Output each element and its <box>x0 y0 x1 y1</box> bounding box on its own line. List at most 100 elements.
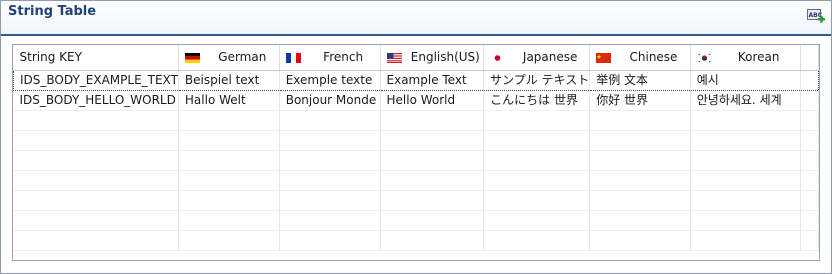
table-cell[interactable] <box>13 190 179 211</box>
table-cell[interactable] <box>589 170 691 191</box>
table-cell[interactable] <box>380 190 485 211</box>
table-cell[interactable]: Exemple texte <box>279 70 381 91</box>
table-cell[interactable] <box>690 110 801 131</box>
table-row[interactable]: IDS_BODY_HELLO_WORLD Hallo Welt Bonjour Mo… <box>13 90 819 111</box>
table-cell[interactable] <box>589 150 691 171</box>
table-cell[interactable] <box>13 130 179 151</box>
column-header-chinese[interactable]: Chinese <box>589 45 691 71</box>
table-cell[interactable] <box>690 210 801 231</box>
table-cell[interactable] <box>13 110 179 131</box>
column-header-german[interactable]: German <box>178 45 280 71</box>
table-cell[interactable]: Example Text <box>380 70 485 91</box>
string-table-panel: String Table ABC String KEY German French E… <box>0 0 832 274</box>
table-cell[interactable] <box>178 130 280 151</box>
flag-japan-icon <box>490 52 511 63</box>
table-cell[interactable]: サンプル テキスト <box>483 70 591 91</box>
table-cell[interactable] <box>279 190 381 211</box>
column-header-label: French <box>323 50 364 64</box>
table-cell[interactable] <box>800 210 819 231</box>
table-cell[interactable] <box>279 230 381 251</box>
table-cell[interactable] <box>690 170 801 191</box>
table-cell[interactable] <box>380 110 485 131</box>
table-cell[interactable] <box>690 130 801 151</box>
table-cell[interactable] <box>380 210 485 231</box>
table-cell[interactable] <box>380 170 485 191</box>
table-cell[interactable] <box>178 190 280 211</box>
empty-row[interactable] <box>13 210 819 231</box>
empty-row[interactable] <box>13 190 819 211</box>
column-header-string-key[interactable]: String KEY <box>13 45 179 71</box>
spellcheck-add-icon[interactable]: ABC <box>807 9 825 25</box>
table-cell[interactable] <box>589 210 691 231</box>
table-cell[interactable] <box>800 230 819 251</box>
empty-row[interactable] <box>13 150 819 171</box>
table-cell[interactable]: IDS_BODY_HELLO_WORLD <box>13 90 179 111</box>
table-cell[interactable] <box>589 230 691 251</box>
string-grid[interactable]: String KEY German French English(US) Japanes… <box>12 44 820 261</box>
table-cell[interactable]: Hello World <box>380 90 485 111</box>
table-cell[interactable]: Beispiel text <box>178 70 280 91</box>
table-cell[interactable] <box>279 150 381 171</box>
table-cell[interactable] <box>178 170 280 191</box>
table-cell[interactable]: 예시 <box>690 70 801 91</box>
empty-row[interactable] <box>13 230 819 251</box>
empty-row[interactable] <box>13 110 819 131</box>
panel-titlebar: String Table ABC <box>1 1 831 36</box>
column-header-french[interactable]: French <box>279 45 381 71</box>
table-cell[interactable] <box>380 130 485 151</box>
table-cell[interactable] <box>483 210 591 231</box>
table-cell[interactable] <box>279 110 381 131</box>
table-cell[interactable] <box>800 170 819 191</box>
table-cell[interactable] <box>380 150 485 171</box>
table-cell[interactable] <box>483 110 591 131</box>
string-table: String KEY German French English(US) Japanes… <box>13 45 819 251</box>
column-header-label: String KEY <box>19 50 82 64</box>
empty-row[interactable] <box>13 170 819 191</box>
table-cell[interactable] <box>279 130 381 151</box>
table-cell[interactable]: 举例 文本 <box>589 70 691 91</box>
flag-usa-icon <box>386 52 408 63</box>
table-cell[interactable] <box>589 130 691 151</box>
table-cell[interactable] <box>690 190 801 211</box>
column-header-filler[interactable] <box>800 45 819 71</box>
table-cell[interactable]: Hallo Welt <box>178 90 280 111</box>
table-cell[interactable] <box>380 230 485 251</box>
table-cell[interactable] <box>483 230 591 251</box>
table-cell[interactable] <box>178 230 280 251</box>
empty-row[interactable] <box>13 130 819 151</box>
table-cell[interactable] <box>800 150 819 171</box>
table-cell[interactable] <box>690 150 801 171</box>
table-cell[interactable]: Bonjour Monde <box>279 90 381 111</box>
table-cell[interactable] <box>690 230 801 251</box>
table-row[interactable]: IDS_BODY_EXAMPLE_TEXT Beispiel text Exempl… <box>13 70 819 91</box>
table-cell[interactable] <box>178 150 280 171</box>
table-cell[interactable] <box>800 90 819 111</box>
table-cell[interactable] <box>178 110 280 131</box>
table-cell[interactable] <box>589 190 691 211</box>
table-cell[interactable]: 안녕하세요. 세계 <box>690 90 801 111</box>
column-header-japanese[interactable]: Japanese <box>483 45 591 71</box>
table-cell[interactable]: こんにちは 世界 <box>483 90 591 111</box>
column-header-korean[interactable]: Korean <box>690 45 801 71</box>
table-cell[interactable] <box>13 210 179 231</box>
table-cell[interactable] <box>13 230 179 251</box>
table-cell[interactable] <box>483 130 591 151</box>
table-cell[interactable] <box>13 150 179 171</box>
column-header-english-us[interactable]: English(US) <box>380 45 485 71</box>
table-cell[interactable] <box>589 110 691 131</box>
table-cell[interactable] <box>279 210 381 231</box>
table-cell[interactable] <box>800 70 819 91</box>
table-cell[interactable]: 你好 世界 <box>589 90 691 111</box>
table-cell[interactable]: IDS_BODY_EXAMPLE_TEXT <box>13 70 179 91</box>
table-cell[interactable] <box>13 170 179 191</box>
table-cell[interactable] <box>800 130 819 151</box>
header-row: String KEY German French English(US) Japanes… <box>13 45 819 71</box>
flag-korea-icon <box>696 52 718 63</box>
table-cell[interactable] <box>800 110 819 131</box>
table-cell[interactable] <box>483 190 591 211</box>
table-cell[interactable] <box>279 170 381 191</box>
table-cell[interactable] <box>483 150 591 171</box>
table-cell[interactable] <box>178 210 280 231</box>
table-cell[interactable] <box>483 170 591 191</box>
table-cell[interactable] <box>800 190 819 211</box>
